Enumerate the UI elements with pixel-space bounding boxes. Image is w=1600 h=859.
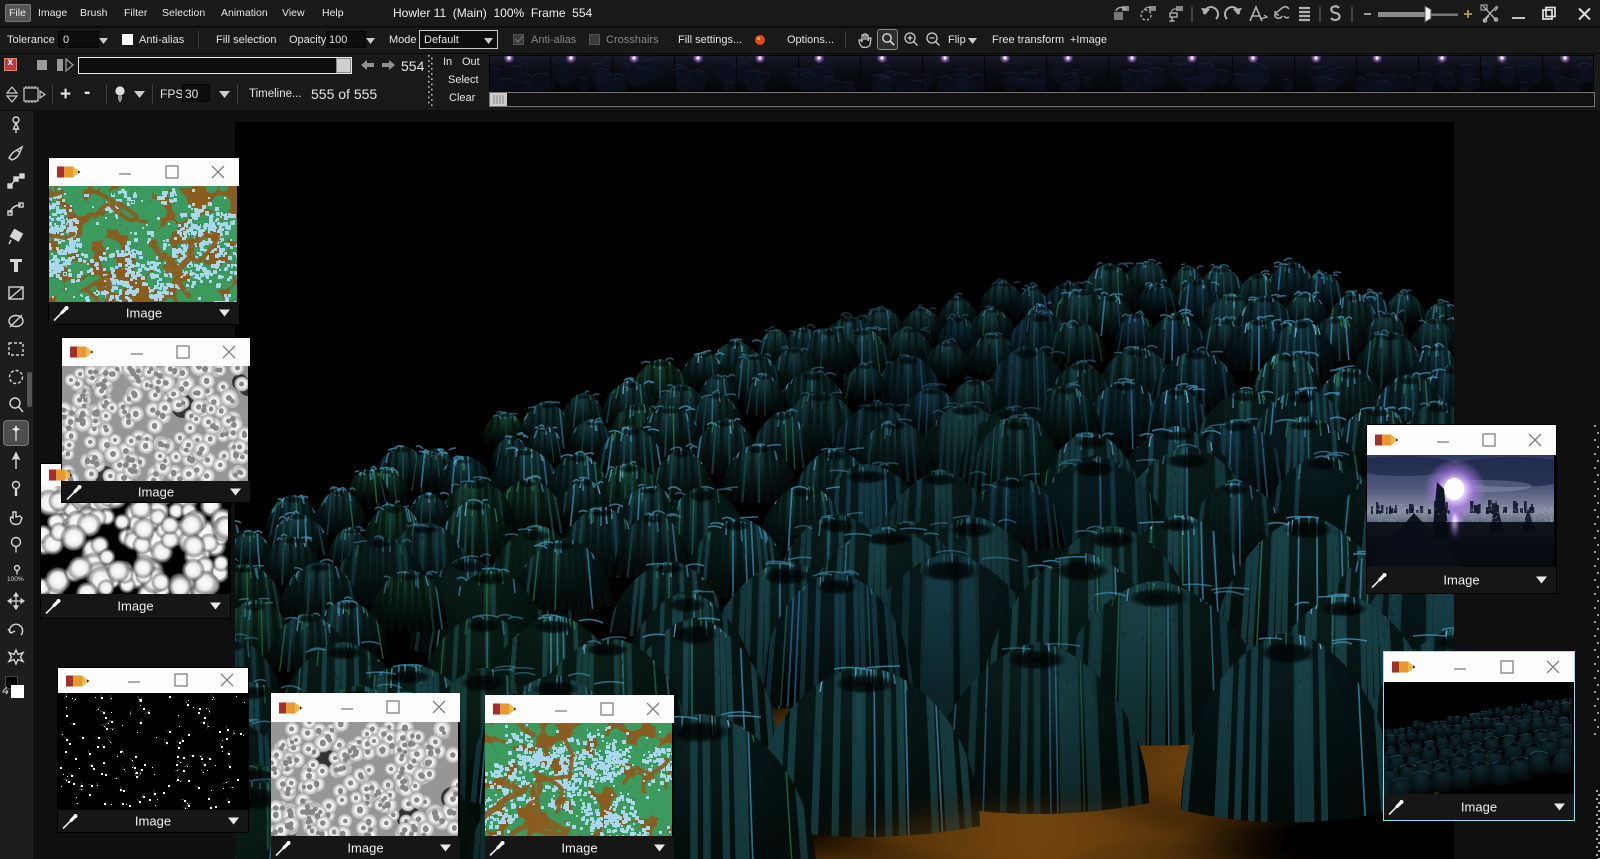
svg-text:100%: 100% bbox=[7, 576, 24, 583]
